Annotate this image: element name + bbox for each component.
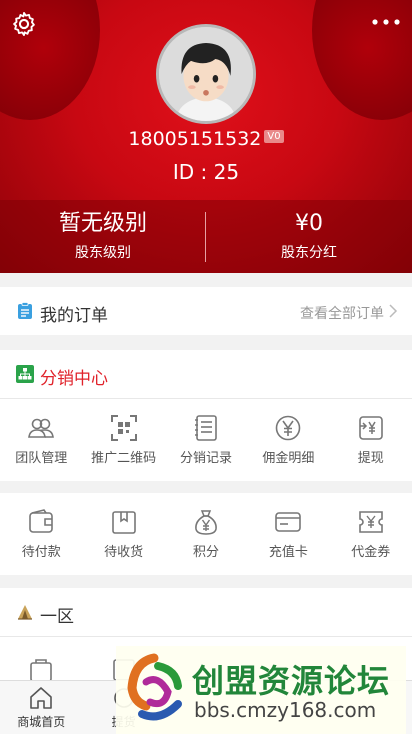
forum-logo-icon (127, 653, 182, 721)
distribution-center-title: 分销中心 (40, 369, 108, 389)
grid-item-label: 分销记录 (179, 451, 232, 466)
home-icon (30, 687, 53, 709)
grid-item-label: 充值卡 (268, 545, 308, 560)
grid-item-pending-receipt[interactable]: 待收货 (82, 493, 164, 575)
profile-header: 18005151532 V0 ID : 25 暂无级别 股东级别 ¥0 股东分红 (0, 0, 412, 273)
chevron-right-icon (389, 304, 398, 318)
order-status-grid: 待付款 待收货 积分 充值卡 代金券 (0, 493, 412, 575)
zone-one-header: 一区 (0, 588, 412, 636)
org-chart-icon (16, 365, 34, 383)
grid-item-label: 积分 (192, 545, 219, 560)
team-icon (28, 418, 55, 438)
grid-item-label: 代金券 (351, 545, 391, 560)
wallet-icon (29, 509, 53, 533)
watermark-banner: 创盟资源论坛 bbs.cmzy168.com (116, 646, 406, 734)
my-orders-row[interactable]: 我的订单 查看全部订单 (0, 287, 412, 335)
stats-bar: 暂无级别 股东级别 ¥0 股东分红 (0, 200, 412, 273)
more-icon[interactable] (370, 14, 402, 30)
gear-icon[interactable] (10, 10, 38, 38)
distribution-grid: 团队管理 推广二维码 分销记录 佣金明细 提现 (0, 399, 412, 481)
avatar[interactable] (156, 24, 256, 124)
yen-coin-icon (276, 415, 301, 441)
view-all-orders-link[interactable]: 查看全部订单 (300, 303, 384, 323)
withdraw-icon (358, 416, 383, 440)
grid-item-withdraw[interactable]: 提现 (330, 399, 412, 481)
user-phone: 18005151532 V0 (0, 128, 412, 150)
grid-item-label: 推广二维码 (91, 451, 157, 466)
distribution-center-header: 分销中心 (0, 350, 412, 398)
stat-shareholder-level[interactable]: 暂无级别 股东级别 (0, 210, 206, 262)
grid-item-label: 提现 (357, 451, 384, 466)
stat-value: 暂无级别 (58, 211, 147, 236)
grid-item-label: 待付款 (21, 545, 61, 560)
grid-item-label: 团队管理 (15, 451, 68, 466)
grid-item-commission-detail[interactable]: 佣金明细 (247, 399, 329, 481)
vip-badge: V0 (264, 130, 284, 143)
grid-item-team-management[interactable]: 团队管理 (0, 399, 82, 481)
clipboard-icon (18, 302, 32, 319)
tab-label: 商城首页 (17, 715, 66, 729)
user-id: ID : 25 (172, 160, 240, 184)
grid-item-promo-qrcode[interactable]: 推广二维码 (82, 399, 164, 481)
zone-one-title: 一区 (40, 607, 74, 627)
phone-number: 18005151532 (128, 128, 262, 150)
stat-shareholder-dividend[interactable]: ¥0 股东分红 (206, 210, 412, 262)
stat-value: ¥0 (295, 211, 323, 236)
my-orders-title: 我的订单 (40, 306, 108, 326)
package-icon (111, 511, 136, 534)
grid-item-distribution-records[interactable]: 分销记录 (165, 399, 247, 481)
grid-item-pending-payment[interactable]: 待付款 (0, 493, 82, 575)
qrcode-icon (110, 415, 137, 441)
money-bag-icon (195, 510, 217, 535)
grid-item-label: 佣金明细 (262, 451, 315, 466)
tab-home[interactable]: 商城首页 (0, 681, 82, 734)
watermark-url: bbs.cmzy168.com (194, 698, 377, 722)
grid-item-label: 待收货 (104, 545, 144, 560)
voucher-icon (358, 511, 383, 533)
grid-item-voucher[interactable]: 代金券 (330, 493, 412, 575)
grid-item-points[interactable]: 积分 (165, 493, 247, 575)
zone-grid-item[interactable] (0, 637, 82, 682)
stat-label: 股东级别 (75, 245, 131, 261)
record-icon (194, 415, 217, 441)
tent-icon (18, 605, 32, 620)
card-icon (275, 512, 302, 532)
watermark-title: 创盟资源论坛 (192, 662, 391, 700)
grid-item-recharge-card[interactable]: 充值卡 (247, 493, 329, 575)
stat-label: 股东分红 (281, 245, 337, 261)
